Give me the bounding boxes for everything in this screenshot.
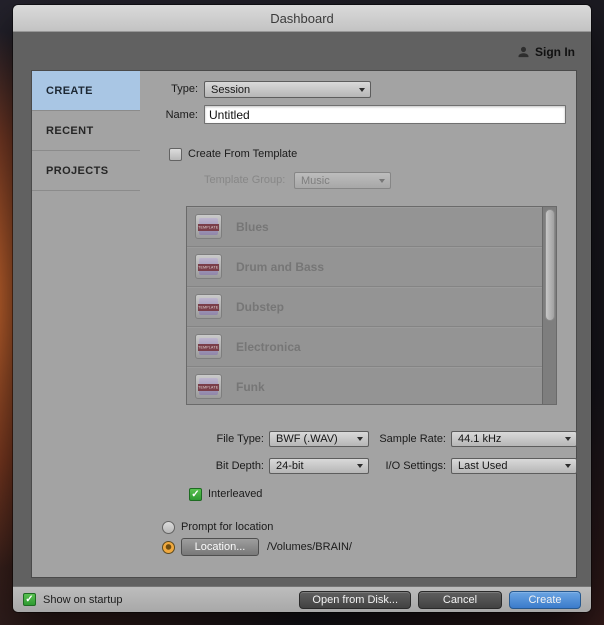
template-icon: TEMPLATE: [195, 254, 222, 279]
io-settings-label: I/O Settings:: [385, 460, 446, 472]
name-input[interactable]: [204, 105, 566, 124]
footer-bar: ✓ Show on startup Open from Disk... Canc…: [13, 586, 591, 612]
scrollbar-thumb: [544, 209, 555, 321]
template-list-item: TEMPLATE Dubstep: [187, 287, 556, 327]
window-title: Dashboard: [270, 10, 334, 26]
open-from-disk-button[interactable]: Open from Disk...: [299, 590, 411, 609]
template-list-item: TEMPLATE Electronica: [187, 327, 556, 367]
chevron-down-icon: [379, 178, 385, 183]
window-titlebar[interactable]: Dashboard: [13, 5, 591, 32]
checkmark-icon: ✓: [25, 593, 34, 605]
sidebar-item-label: PROJECTS: [46, 164, 109, 177]
template-list: TEMPLATE Blues TEMPLATE Drum and Bass TE…: [186, 206, 557, 405]
io-settings-dropdown[interactable]: Last Used: [451, 458, 577, 474]
name-label: Name:: [165, 109, 198, 121]
template-icon: TEMPLATE: [195, 374, 222, 399]
file-type-value: BWF (.WAV): [276, 433, 338, 445]
interleaved-label: Interleaved: [208, 488, 263, 500]
io-settings-value: Last Used: [458, 460, 508, 472]
sidebar-item-create[interactable]: CREATE: [32, 71, 140, 111]
prompt-for-location-label: Prompt for location: [181, 521, 274, 533]
template-name: Drum and Bass: [236, 259, 325, 274]
create-from-template-label: Create From Template: [188, 148, 298, 160]
template-icon: TEMPLATE: [195, 214, 222, 239]
cancel-button[interactable]: Cancel: [418, 590, 502, 609]
location-button[interactable]: Location...: [181, 538, 259, 556]
template-list-item: TEMPLATE Blues: [187, 207, 556, 247]
chevron-down-icon: [565, 437, 571, 441]
template-list-item: TEMPLATE Drum and Bass: [187, 247, 556, 287]
template-name: Electronica: [236, 339, 301, 354]
sign-in-button[interactable]: Sign In: [517, 43, 575, 61]
sample-rate-dropdown[interactable]: 44.1 kHz: [451, 431, 577, 447]
show-on-startup-label: Show on startup: [43, 593, 123, 606]
checkmark-icon: ✓: [191, 488, 200, 500]
template-group-value: Music: [301, 174, 330, 187]
sidebar-item-label: CREATE: [46, 84, 93, 97]
show-on-startup-checkbox[interactable]: ✓: [23, 593, 36, 606]
sample-rate-value: 44.1 kHz: [458, 433, 502, 445]
template-list-item: TEMPLATE Funk: [187, 367, 556, 404]
sidebar-item-projects[interactable]: PROJECTS: [32, 151, 140, 191]
file-type-label: File Type:: [216, 433, 265, 445]
location-path: /Volumes/BRAIN/: [267, 541, 352, 553]
sample-rate-label: Sample Rate:: [379, 433, 446, 445]
template-name: Funk: [236, 379, 265, 394]
template-group-dropdown: Music: [294, 172, 391, 189]
dialog-body: Sign In CREATE RECENT PROJECTS Type: Ses…: [13, 32, 591, 586]
bit-depth-label: Bit Depth:: [215, 460, 264, 472]
main-panel: CREATE RECENT PROJECTS Type: Session Nam…: [31, 70, 577, 578]
create-button[interactable]: Create: [509, 590, 581, 609]
sign-in-label: Sign In: [535, 45, 575, 59]
prompt-for-location-radio[interactable]: [162, 521, 175, 534]
dashboard-window: Dashboard Sign In CREATE RECENT PROJECTS…: [13, 5, 591, 612]
type-dropdown[interactable]: Session: [204, 81, 371, 98]
template-group-label: Template Group:: [204, 174, 286, 186]
type-label: Type:: [171, 83, 198, 95]
sidebar-item-recent[interactable]: RECENT: [32, 111, 140, 151]
chevron-down-icon: [565, 464, 571, 468]
template-name: Blues: [236, 219, 269, 234]
template-icon: TEMPLATE: [195, 334, 222, 359]
chevron-down-icon: [359, 87, 365, 92]
template-list-scrollbar: [542, 207, 556, 404]
desktop-background: Dashboard Sign In CREATE RECENT PROJECTS…: [0, 0, 604, 625]
user-icon: [517, 45, 530, 59]
create-from-template-checkbox[interactable]: [169, 148, 182, 161]
location-button-label: Location...: [194, 541, 246, 553]
sidebar-item-label: RECENT: [46, 124, 94, 137]
bit-depth-value: 24-bit: [276, 460, 304, 472]
interleaved-checkbox[interactable]: ✓: [189, 488, 202, 501]
location-radio[interactable]: [162, 541, 175, 554]
template-icon: TEMPLATE: [195, 294, 222, 319]
type-dropdown-value: Session: [211, 83, 251, 96]
template-name: Dubstep: [236, 299, 284, 314]
